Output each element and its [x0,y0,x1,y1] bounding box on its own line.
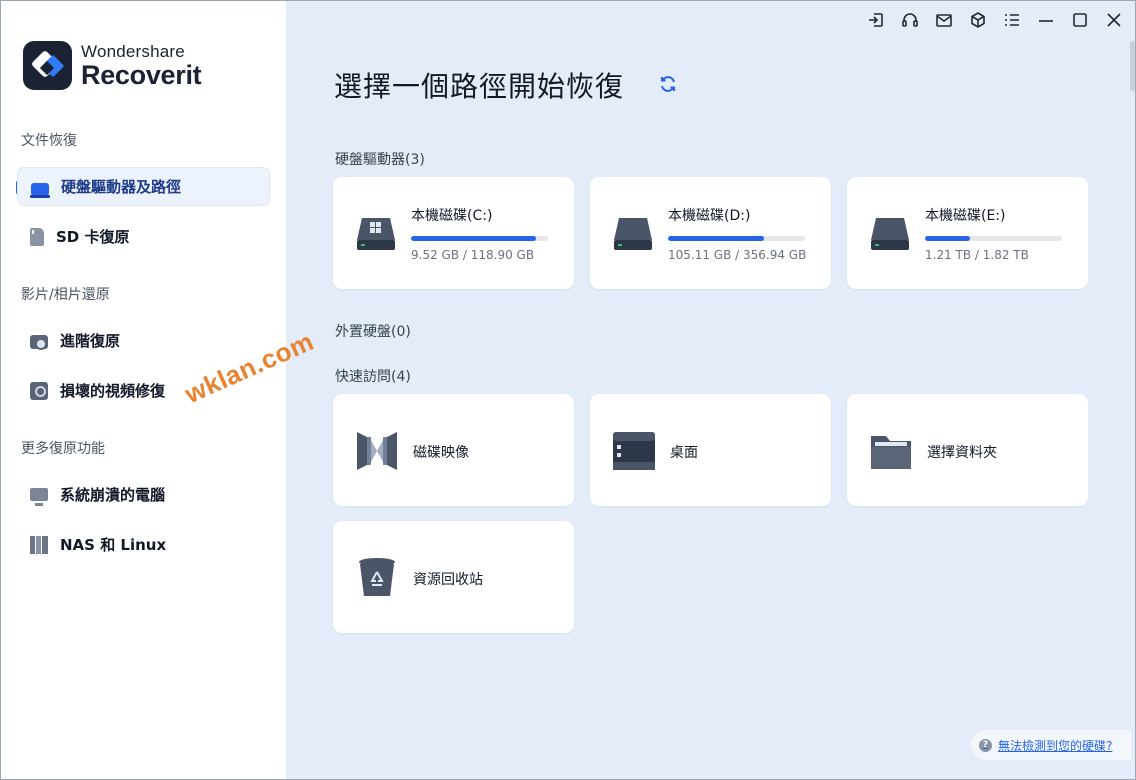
nas-icon [30,535,48,554]
page-title: 選擇一個路徑開始恢復 [334,70,625,103]
brand-name: Recoverit [81,59,202,90]
windows-drive-icon [357,218,395,250]
hard-drive-icon [871,218,909,250]
drive-name: 本機磁碟(D:) [668,208,751,224]
drive-usage-bar [925,236,1062,241]
brand-top: Wondershare [81,41,185,61]
quick-label: 資源回收站 [413,572,483,588]
drive-size: 9.52 GB / 118.90 GB [411,248,535,262]
app-window: Wondershare Recoverit 文件恢復 硬盤驅動器及路徑 SD 卡… [0,0,1136,780]
minimize-icon[interactable] [1037,11,1055,29]
drive-name: 本機磁碟(C:) [411,208,493,224]
folder-icon [871,436,911,469]
quick-label: 桌面 [670,445,698,461]
drive-card-d[interactable]: 本機磁碟(D:) 105.11 GB / 356.94 GB [590,177,831,289]
section-label-media-recovery: 影片/相片還原 [21,287,110,303]
quick-card-recycle-bin[interactable]: 資源回收站 [333,521,574,633]
recycle-bin-icon [359,558,395,596]
maximize-icon[interactable] [1071,11,1089,29]
hard-drive-icon [30,182,50,198]
section-label-more: 更多復原功能 [21,441,105,457]
sidebar-item-label: 系統崩潰的電腦 [60,486,166,504]
quick-label: 選擇資料夾 [927,445,997,461]
sd-card-icon [30,227,46,246]
quick-card-disk-image[interactable]: 磁碟映像 [333,394,574,506]
sidebar-item-label: NAS 和 Linux [60,536,167,554]
question-icon: ? [979,738,992,752]
close-icon[interactable] [1105,11,1123,29]
sidebar-item-label: 硬盤驅動器及路徑 [61,178,182,196]
quick-card-desktop[interactable]: 桌面 [590,394,831,506]
drive-usage-bar [668,236,805,241]
drive-usage-bar [411,236,548,241]
quick-card-select-folder[interactable]: 選擇資料夾 [847,394,1088,506]
hard-drive-icon [614,218,652,250]
scrollbar[interactable] [1130,41,1135,91]
drive-usage-fill [411,236,536,241]
drive-size: 105.11 GB / 356.94 GB [668,248,807,262]
sidebar-item-label: SD 卡復原 [56,228,130,246]
video-repair-icon [30,381,48,400]
drive-card-c[interactable]: 本機磁碟(C:) 9.52 GB / 118.90 GB [333,177,574,289]
drive-usage-fill [668,236,764,241]
refresh-icon[interactable] [658,74,678,94]
cannot-detect-drive-link[interactable]: ? 無法檢測到您的硬碟? [971,730,1131,760]
drive-size: 1.21 TB / 1.82 TB [925,248,1029,262]
disk-image-icon [357,432,397,470]
drive-name: 本機磁碟(E:) [925,208,1006,224]
menu-icon[interactable] [1003,11,1021,29]
sidebar: Wondershare Recoverit 文件恢復 硬盤驅動器及路徑 SD 卡… [1,1,286,779]
login-icon[interactable] [867,11,885,29]
app-logo: Wondershare Recoverit [23,41,202,90]
sidebar-item-advanced-recovery[interactable]: 進階復原 [17,321,270,360]
section-label-file-recovery: 文件恢復 [21,133,77,149]
sidebar-item-label: 進階復原 [60,332,121,350]
drive-usage-fill [925,236,971,241]
cube-icon[interactable] [969,11,987,29]
camera-icon [30,335,48,350]
quick-label: 磁碟映像 [413,445,469,461]
sidebar-item-sd-card[interactable]: SD 卡復原 [17,217,270,256]
computer-icon [30,488,48,506]
sidebar-item-hard-drive[interactable]: 硬盤驅動器及路徑 [17,167,270,206]
sidebar-item-label: 損壞的視頻修復 [60,382,166,400]
external-group-label: 外置硬盤(0) [335,324,411,340]
desktop-icon [613,432,655,470]
title-bar [867,11,1123,29]
sidebar-item-nas-linux[interactable]: NAS 和 Linux [17,525,270,564]
mail-icon[interactable] [935,11,953,29]
sidebar-item-crashed-computer[interactable]: 系統崩潰的電腦 [17,475,270,514]
drives-group-label: 硬盤驅動器(3) [335,152,425,168]
headset-icon[interactable] [901,11,919,29]
drive-card-e[interactable]: 本機磁碟(E:) 1.21 TB / 1.82 TB [847,177,1088,289]
help-link-label: 無法檢測到您的硬碟? [998,738,1113,753]
quick-access-group-label: 快速訪問(4) [335,369,411,385]
recoverit-logo-icon [23,41,72,90]
